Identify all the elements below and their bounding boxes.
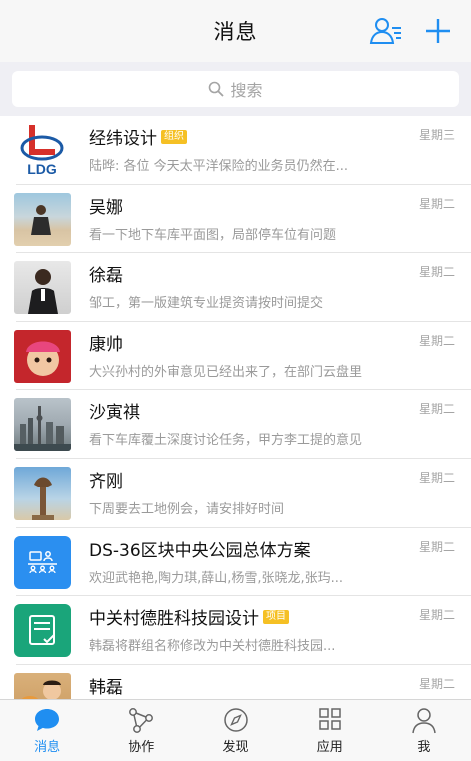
grid-icon (318, 708, 341, 730)
contacts-icon (369, 18, 401, 44)
tab-messages[interactable]: 消息 (0, 700, 94, 761)
conversation-title: DS-36区块中央公园总体方案 (89, 540, 311, 561)
conversation-row[interactable]: 吴娜 星期二 看一下地下车库平面图，局部停车位有问题 (0, 185, 471, 254)
compass-icon (223, 708, 248, 732)
conversation-list[interactable]: LDG 经纬设计 组织 星期三 陆晔: 各位 今天太平洋保险的业务员仍然在...… (0, 116, 471, 699)
nav-header: 消息 (0, 0, 471, 62)
avatar (14, 261, 71, 315)
avatar (14, 329, 71, 383)
conversation-title: 经纬设计 (89, 129, 157, 149)
baby-photo-icon (26, 341, 60, 376)
conversation-title: 吴娜 (89, 197, 123, 218)
conversation-row[interactable]: DS-36区块中央公园总体方案 星期二 欢迎武艳艳,陶力琪,薛山,杨雪,张晓龙,… (0, 528, 471, 597)
conversation-time: 星期二 (418, 402, 455, 417)
conversation-preview: 韩磊将群组名称修改为中关村德胜科技园... (89, 639, 336, 655)
city-skyline-photo-icon (14, 406, 71, 452)
search-placeholder: 搜索 (230, 81, 263, 100)
network-icon (129, 708, 154, 733)
conversation-time: 星期二 (418, 333, 455, 348)
child-photo-icon (21, 680, 61, 699)
conversation-name: 经纬设计 组织 (89, 124, 187, 149)
conversation-time: 星期二 (418, 196, 455, 211)
conversation-time: 星期二 (418, 608, 455, 623)
conversation-name: 韩磊 (89, 673, 123, 698)
conversation-time: 星期三 (418, 128, 455, 142)
tab-bar: 消息 协作 发现 应用 我 (0, 699, 471, 761)
tower-photo-icon (32, 477, 54, 520)
conversation-preview: 欢迎武艳艳,陶力琪,薛山,杨雪,张晓龙,张玙... (89, 570, 344, 586)
ldg-logo-icon: LDG (20, 125, 64, 177)
conversation-row[interactable]: 康帅 星期二 大兴孙村的外审意见已经出来了，在部门云盘里 (0, 322, 471, 391)
conversation-preview: 大兴孙村的外审意见已经出来了，在部门云盘里 (89, 364, 363, 380)
tab-label: 应用 (316, 740, 343, 755)
conversation-name: 齐刚 (89, 467, 123, 492)
conversation-preview: 陆晔: 各位 今天太平洋保险的业务员仍然在... (89, 159, 349, 174)
avatar (14, 672, 71, 699)
conversation-title: 齐刚 (89, 471, 123, 492)
conversation-row[interactable]: 徐磊 星期二 邹工，第一版建筑专业提资请按时间提交 (0, 253, 471, 322)
conversation-name: 沙寅祺 (89, 398, 140, 423)
conversation-title: 中关村德胜科技园设计 (89, 609, 259, 630)
plus-icon (426, 19, 450, 43)
search-icon (209, 81, 225, 97)
avatar (14, 398, 71, 452)
conversation-row[interactable]: 沙寅祺 星期二 看下车库覆土深度讨论任务，甲方李工提的意见 (0, 390, 471, 459)
ldg-logo-text: LDG (27, 161, 57, 177)
conversation-name: DS-36区块中央公园总体方案 (89, 536, 311, 561)
conversation-row[interactable]: LDG 经纬设计 组织 星期三 陆晔: 各位 今天太平洋保险的业务员仍然在... (0, 116, 471, 185)
conversation-preview: 看下车库覆土深度讨论任务，甲方李工提的意见 (89, 433, 363, 449)
conversation-preview: 看一下地下车库平面图，局部停车位有问题 (89, 227, 337, 243)
org-tag: 组织 (161, 129, 187, 144)
tab-label: 发现 (222, 740, 249, 755)
conversation-name: 康帅 (89, 330, 123, 355)
tab-label: 消息 (34, 740, 61, 755)
tab-collaboration[interactable]: 协作 (94, 700, 188, 761)
conversation-title: 康帅 (89, 334, 123, 355)
avatar (14, 535, 71, 589)
tab-label: 协作 (128, 740, 155, 755)
search-bar: 搜索 (0, 62, 471, 116)
add-button[interactable] (421, 14, 455, 48)
tab-apps[interactable]: 应用 (283, 700, 377, 761)
page-title: 消息 (213, 20, 258, 44)
conversation-time: 星期二 (418, 676, 455, 691)
conversation-time: 星期二 (418, 539, 455, 554)
conversation-row[interactable]: 中关村德胜科技园设计 项目 星期二 韩磊将群组名称修改为中关村德胜科技园... (0, 596, 471, 665)
person-photo-icon (31, 204, 51, 235)
conversation-title: 韩磊 (89, 677, 123, 698)
conversation-row[interactable]: 韩磊 星期二 (0, 665, 471, 699)
person-icon (412, 708, 436, 734)
man-in-suit-photo-icon (28, 269, 58, 315)
conversation-name: 吴娜 (89, 193, 123, 218)
avatar (14, 466, 71, 520)
search-input[interactable]: 搜索 (12, 71, 459, 107)
project-doc-icon (29, 615, 55, 646)
tab-discover[interactable]: 发现 (188, 700, 282, 761)
conversation-row[interactable]: 齐刚 星期二 下周要去工地例会，请安排好时间 (0, 459, 471, 528)
conversation-name: 徐磊 (89, 261, 123, 286)
avatar (14, 604, 71, 658)
conversation-preview: 下周要去工地例会，请安排好时间 (89, 501, 285, 517)
conversation-time: 星期二 (418, 470, 455, 485)
chat-bubble-icon (35, 709, 60, 731)
header-actions (369, 14, 455, 48)
conversation-title: 徐磊 (89, 266, 123, 287)
conversation-name: 中关村德胜科技园设计 项目 (89, 604, 289, 629)
group-chat-icon (28, 550, 57, 573)
tab-me[interactable]: 我 (377, 700, 471, 761)
avatar (14, 192, 71, 246)
project-tag: 项目 (263, 609, 289, 624)
contacts-button[interactable] (369, 14, 403, 48)
avatar: LDG (14, 124, 71, 177)
conversation-time: 星期二 (418, 265, 455, 280)
conversation-preview: 邹工，第一版建筑专业提资请按时间提交 (89, 296, 324, 312)
tab-label: 我 (417, 740, 431, 755)
conversation-title: 沙寅祺 (89, 403, 140, 424)
